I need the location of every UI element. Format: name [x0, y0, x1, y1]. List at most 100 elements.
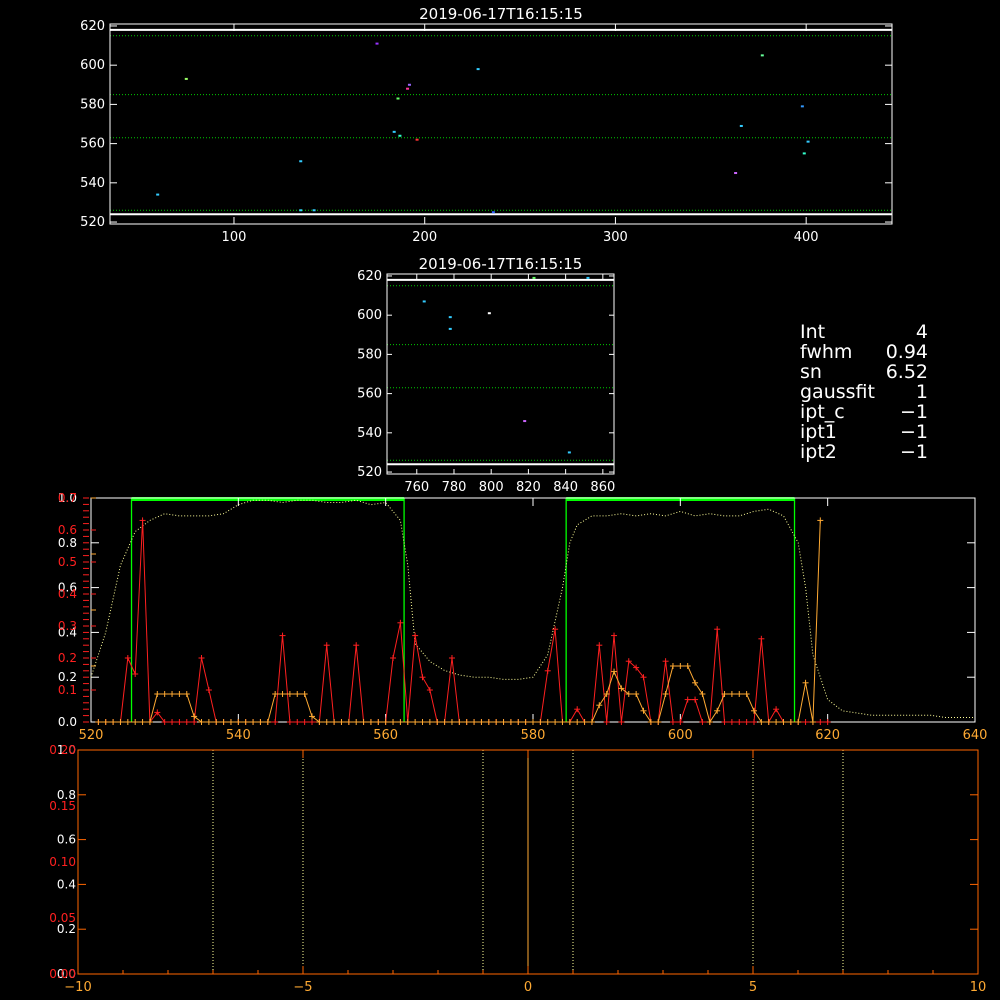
data-point — [286, 719, 293, 725]
data-point — [734, 172, 738, 175]
data-point — [787, 719, 794, 725]
data-point — [559, 719, 566, 725]
x-tick-label: −5 — [293, 980, 312, 995]
data-point — [662, 691, 669, 697]
info-value: 4 — [915, 321, 928, 343]
y-tick-label: 620 — [80, 19, 105, 34]
data-point — [367, 719, 374, 725]
data-point — [476, 68, 480, 71]
data-point — [588, 719, 595, 725]
info-value: −1 — [899, 401, 928, 423]
data-point — [500, 719, 507, 725]
data-point — [471, 719, 478, 725]
y-tick-label: 580 — [357, 347, 382, 362]
data-point — [156, 193, 160, 196]
series-line — [90, 499, 975, 718]
x-tick-label: 540 — [226, 728, 251, 743]
data-point — [323, 642, 330, 649]
info-panel: Int 4 fwhm 0.94 sn 6.52 gaussfit 1 ipt_c −1 ipt1 −1… — [800, 322, 928, 462]
data-point — [706, 719, 713, 725]
data-point — [183, 691, 190, 697]
data-point — [264, 719, 271, 725]
data-point — [345, 719, 352, 725]
spectrum-panel: 520 540 560 580 600 620 6400.00.20.40.60.81.00… — [58, 491, 988, 743]
data-point — [692, 696, 699, 703]
data-point — [537, 719, 544, 725]
data-point — [806, 140, 810, 143]
y-tick-label: 0.20 — [49, 743, 76, 757]
data-point — [677, 663, 684, 669]
x-tick-label: 200 — [412, 230, 437, 245]
x-tick-label: 5 — [749, 980, 757, 995]
x-tick-label: 300 — [603, 230, 628, 245]
data-point — [714, 707, 721, 714]
data-point — [491, 211, 495, 214]
data-point — [751, 719, 757, 725]
data-point — [353, 719, 360, 725]
data-point — [618, 719, 625, 725]
info-key: fwhm — [800, 341, 853, 363]
info-key: sn — [800, 361, 822, 383]
data-point — [279, 691, 286, 697]
y-tick-label: 0.05 — [49, 911, 76, 925]
data-point — [205, 687, 212, 693]
data-point — [758, 635, 765, 642]
info-row: gaussfit 1 — [800, 382, 928, 402]
data-point — [485, 719, 492, 725]
y-tick-label: 0.1 — [58, 683, 77, 697]
info-key: gaussfit — [800, 381, 875, 403]
data-point — [397, 719, 404, 725]
y-tick-label: 0.4 — [57, 877, 76, 891]
data-point — [515, 719, 522, 725]
series-line — [98, 520, 828, 724]
data-point — [434, 719, 441, 725]
data-point — [809, 719, 816, 725]
x-tick-label: 780 — [442, 480, 467, 495]
data-point — [415, 138, 419, 141]
data-point — [117, 719, 124, 725]
data-point — [611, 668, 618, 675]
x-tick-label: 580 — [521, 728, 546, 743]
y-tick-label: 620 — [357, 269, 382, 284]
x-tick-label: 520 — [79, 728, 104, 743]
x-tick-label: 820 — [516, 480, 541, 495]
zoom-scatter-panel: 760 780 800 820 840 860 520 540 560 580 600 620 2019… — [357, 255, 615, 495]
data-point — [493, 719, 500, 725]
data-point — [124, 719, 131, 725]
data-point — [739, 124, 743, 127]
y-tick-label: 0.15 — [49, 799, 76, 813]
data-point — [169, 691, 176, 697]
data-point — [272, 719, 279, 725]
data-point — [802, 152, 806, 155]
data-point — [235, 719, 242, 725]
data-point — [456, 719, 463, 725]
data-point — [728, 719, 735, 725]
y-tick-label: 0.5 — [58, 555, 77, 569]
x-tick-label: 620 — [815, 728, 840, 743]
data-point — [198, 655, 205, 661]
data-point — [611, 632, 618, 639]
data-point — [154, 691, 161, 697]
data-point — [426, 719, 433, 725]
data-point — [684, 663, 691, 669]
data-point — [398, 134, 402, 137]
data-point — [773, 719, 780, 725]
info-row: ipt1 −1 — [800, 422, 928, 442]
y-tick-label: 560 — [357, 387, 382, 402]
data-point — [448, 316, 452, 319]
top-scatter-panel: 100 200 300 400 520 540 560 580 600 620 2019-06-17… — [80, 5, 893, 245]
data-point — [323, 719, 330, 725]
data-point — [817, 517, 824, 524]
data-point — [677, 719, 684, 725]
data-point — [574, 719, 581, 725]
data-point — [294, 719, 301, 725]
data-point — [523, 420, 527, 423]
data-point — [780, 719, 787, 725]
data-point — [728, 691, 735, 697]
data-point — [760, 54, 764, 57]
data-point — [183, 719, 190, 725]
data-point — [441, 719, 448, 725]
data-point — [640, 707, 647, 714]
data-point — [176, 719, 183, 725]
data-point — [390, 719, 397, 725]
